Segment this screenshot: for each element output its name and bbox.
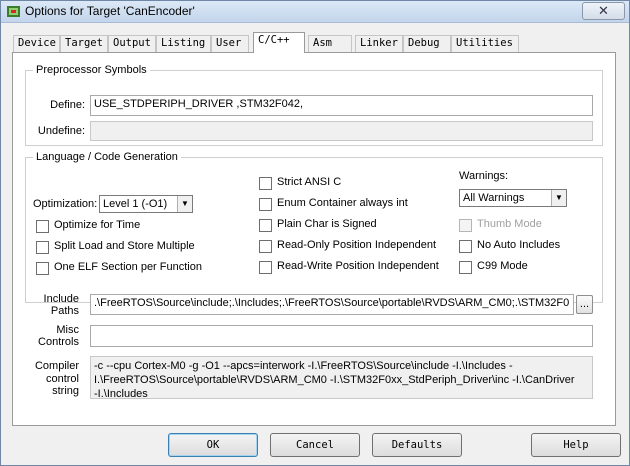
ok-button[interactable]: OK <box>168 433 258 457</box>
tab-user[interactable]: User <box>211 35 249 52</box>
compiler-control-label-line2: control <box>45 372 79 385</box>
warnings-select[interactable]: All Warnings ▼ <box>459 189 567 207</box>
no-auto-includes-label: No Auto Includes <box>477 239 561 251</box>
tab-linker[interactable]: Linker <box>355 35 403 52</box>
tab-target[interactable]: Target <box>60 35 108 52</box>
include-paths-label-line2: Paths <box>50 305 79 317</box>
chevron-down-icon: ▼ <box>177 196 192 212</box>
compiler-control-string-label: Compiler control string <box>25 360 79 398</box>
compiler-control-label-line1: Compiler <box>34 360 79 372</box>
tab-device[interactable]: Device <box>13 35 60 52</box>
warnings-value: All Warnings <box>463 192 525 204</box>
enum-container-label: Enum Container always int <box>277 197 408 209</box>
thumb-mode-label: Thumb Mode <box>477 218 542 230</box>
dialog-client: Device Target Output Listing User C/C++ … <box>4 24 626 464</box>
undefine-input[interactable] <box>90 121 593 141</box>
read-write-pi-label: Read-Write Position Independent <box>277 260 439 272</box>
read-only-pi-label: Read-Only Position Independent <box>277 239 436 251</box>
tab-asm[interactable]: Asm <box>308 35 352 52</box>
checkbox-box <box>36 220 49 233</box>
misc-controls-input[interactable] <box>90 325 593 347</box>
checkbox-box <box>459 261 472 274</box>
title-bar[interactable]: Options for Target 'CanEncoder' ✕ <box>1 1 629 23</box>
checkbox-box <box>459 219 472 232</box>
misc-controls-label-line1: Misc <box>56 324 79 336</box>
preprocessor-symbols-legend: Preprocessor Symbols <box>36 64 147 76</box>
strict-ansi-c-label: Strict ANSI C <box>277 176 342 188</box>
help-button[interactable]: Help <box>531 433 621 457</box>
tab-c-cpp[interactable]: C/C++ <box>253 32 305 53</box>
tab-debug[interactable]: Debug <box>403 35 451 52</box>
window-title: Options for Target 'CanEncoder' <box>25 4 195 18</box>
options-dialog: Options for Target 'CanEncoder' ✕ Device… <box>0 0 630 466</box>
undefine-label: Undefine: <box>37 125 85 137</box>
include-paths-browse-button[interactable]: ... <box>576 295 593 314</box>
checkbox-box <box>36 262 49 275</box>
checkbox-box <box>259 177 272 190</box>
warnings-label: Warnings: <box>459 170 509 182</box>
tab-listing[interactable]: Listing <box>156 35 211 52</box>
cancel-button[interactable]: Cancel <box>270 433 360 457</box>
split-load-store-label: Split Load and Store Multiple <box>54 240 195 252</box>
include-paths-input[interactable]: .\FreeRTOS\Source\include;.\Includes;.\F… <box>90 294 574 315</box>
c99-mode-label: C99 Mode <box>477 260 528 272</box>
chevron-down-icon: ▼ <box>551 190 566 206</box>
optimization-select[interactable]: Level 1 (-O1) ▼ <box>99 195 193 213</box>
checkbox-box <box>259 219 272 232</box>
checkbox-box <box>259 261 272 274</box>
include-paths-label: Include Paths <box>25 293 79 317</box>
cpp-tab-panel: Preprocessor Symbols Define: USE_STDPERI… <box>12 52 616 426</box>
close-button[interactable]: ✕ <box>582 2 625 20</box>
tab-output[interactable]: Output <box>108 35 156 52</box>
tab-utilities[interactable]: Utilities <box>451 35 519 52</box>
misc-controls-label-line2: Controls <box>38 336 79 348</box>
defaults-button[interactable]: Defaults <box>372 433 462 457</box>
checkbox-box <box>259 198 272 211</box>
optimization-label: Optimization: <box>33 198 98 210</box>
app-icon <box>7 6 20 17</box>
checkbox-box <box>36 241 49 254</box>
compiler-control-string-textarea[interactable]: -c --cpu Cortex-M0 -g -O1 --apcs=interwo… <box>90 356 593 399</box>
checkbox-box <box>459 240 472 253</box>
define-label: Define: <box>50 99 85 111</box>
plain-char-signed-label: Plain Char is Signed <box>277 218 377 230</box>
language-code-generation-legend: Language / Code Generation <box>36 151 178 163</box>
optimization-value: Level 1 (-O1) <box>103 198 168 210</box>
define-input[interactable]: USE_STDPERIPH_DRIVER ,STM32F042, <box>90 95 593 116</box>
checkbox-box <box>259 240 272 253</box>
compiler-control-label-line3: string <box>52 385 79 397</box>
misc-controls-label: Misc Controls <box>25 324 79 348</box>
one-elf-section-label: One ELF Section per Function <box>54 261 202 273</box>
close-icon: ✕ <box>598 3 609 18</box>
optimize-for-time-label: Optimize for Time <box>54 219 141 231</box>
include-paths-label-line1: Include <box>43 293 79 305</box>
